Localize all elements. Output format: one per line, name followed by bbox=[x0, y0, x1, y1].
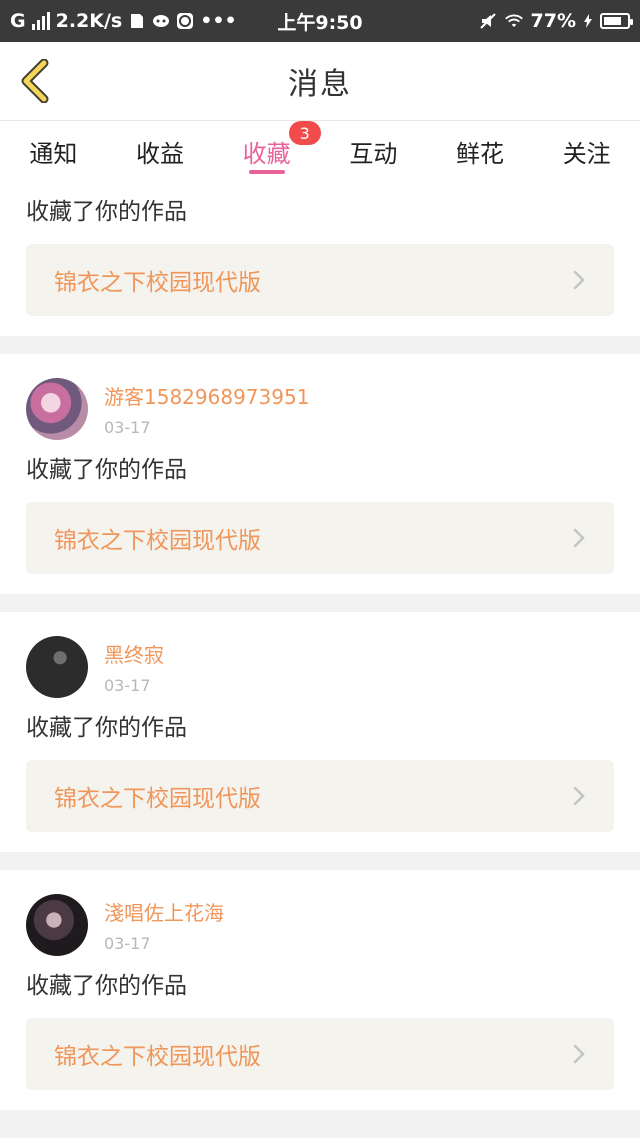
tab-label: 收藏 bbox=[242, 140, 291, 168]
app-notification-icon bbox=[152, 12, 170, 30]
wifi-icon bbox=[504, 12, 523, 30]
work-link[interactable]: 锦衣之下校园现代版 bbox=[26, 760, 614, 832]
message-card: 淺唱佐上花海 03-17 收藏了你的作品 锦衣之下校园现代版 bbox=[0, 870, 640, 1110]
username[interactable]: 淺唱佐上花海 bbox=[104, 897, 224, 926]
message-text: 收藏了你的作品 bbox=[26, 457, 187, 483]
message-card: 收藏了你的作品 锦衣之下校园现代版 bbox=[0, 182, 640, 336]
message-date: 03-17 bbox=[104, 418, 151, 437]
unread-badge: 3 bbox=[288, 121, 321, 145]
tab-follows[interactable]: 关注 bbox=[533, 121, 640, 182]
work-link[interactable]: 锦衣之下校园现代版 bbox=[26, 502, 614, 574]
network-speed: 2.2K/s bbox=[55, 10, 123, 32]
message-text: 收藏了你的作品 bbox=[26, 715, 187, 741]
tab-notifications[interactable]: 通知 bbox=[0, 121, 107, 182]
chevron-right-icon bbox=[572, 527, 586, 549]
page-title: 消息 bbox=[288, 67, 352, 102]
tab-label: 关注 bbox=[562, 140, 611, 168]
work-title: 锦衣之下校园现代版 bbox=[54, 270, 261, 296]
chevron-right-icon bbox=[572, 269, 586, 291]
browser-icon bbox=[176, 12, 194, 30]
avatar[interactable] bbox=[26, 894, 88, 956]
nav-bar: 消息 bbox=[0, 42, 640, 120]
message-text: 收藏了你的作品 bbox=[26, 199, 187, 225]
tab-label: 收益 bbox=[136, 140, 184, 168]
active-tab-indicator bbox=[248, 170, 285, 174]
back-chevron-icon bbox=[21, 59, 49, 103]
message-date: 03-17 bbox=[104, 676, 151, 695]
message-feed: 收藏了你的作品 锦衣之下校园现代版 游客1582968973951 03-17 … bbox=[0, 182, 640, 1110]
tab-flowers[interactable]: 鲜花 bbox=[427, 121, 534, 182]
carrier-label: G bbox=[10, 10, 26, 32]
battery-percent: 77% bbox=[530, 10, 576, 32]
work-title: 锦衣之下校园现代版 bbox=[54, 528, 261, 554]
avatar[interactable] bbox=[26, 378, 88, 440]
tab-interactions[interactable]: 互动 bbox=[320, 121, 427, 182]
signal-icon bbox=[31, 12, 50, 30]
message-card: 游客1582968973951 03-17 收藏了你的作品 锦衣之下校园现代版 bbox=[0, 354, 640, 594]
tab-earnings[interactable]: 收益 bbox=[107, 121, 214, 182]
message-text: 收藏了你的作品 bbox=[26, 973, 187, 999]
work-link[interactable]: 锦衣之下校园现代版 bbox=[26, 244, 614, 316]
chevron-right-icon bbox=[572, 785, 586, 807]
tab-favorites[interactable]: 收藏 3 bbox=[213, 121, 321, 182]
work-link[interactable]: 锦衣之下校园现代版 bbox=[26, 1018, 614, 1090]
tab-label: 互动 bbox=[349, 140, 398, 168]
message-date: 03-17 bbox=[104, 934, 151, 953]
back-button[interactable] bbox=[14, 58, 54, 104]
sim-card-icon bbox=[128, 12, 146, 30]
mute-icon bbox=[479, 12, 497, 30]
message-tabs: 通知 收益 收藏 3 互动 鲜花 关注 bbox=[0, 120, 640, 182]
work-title: 锦衣之下校园现代版 bbox=[54, 786, 261, 812]
charging-bolt-icon bbox=[584, 12, 592, 30]
tab-label: 通知 bbox=[29, 140, 78, 168]
work-title: 锦衣之下校园现代版 bbox=[54, 1044, 261, 1070]
username[interactable]: 游客1582968973951 bbox=[104, 381, 309, 410]
username[interactable]: 黑终寂 bbox=[104, 639, 164, 668]
message-card: 黑终寂 03-17 收藏了你的作品 锦衣之下校园现代版 bbox=[0, 612, 640, 852]
avatar[interactable] bbox=[26, 636, 88, 698]
more-dots-icon: ••• bbox=[200, 10, 237, 32]
chevron-right-icon bbox=[572, 1043, 586, 1065]
status-bar: G 2.2K/s ••• 上午9:50 77% bbox=[0, 0, 640, 42]
tab-label: 鲜花 bbox=[456, 140, 505, 168]
battery-icon bbox=[600, 13, 633, 29]
